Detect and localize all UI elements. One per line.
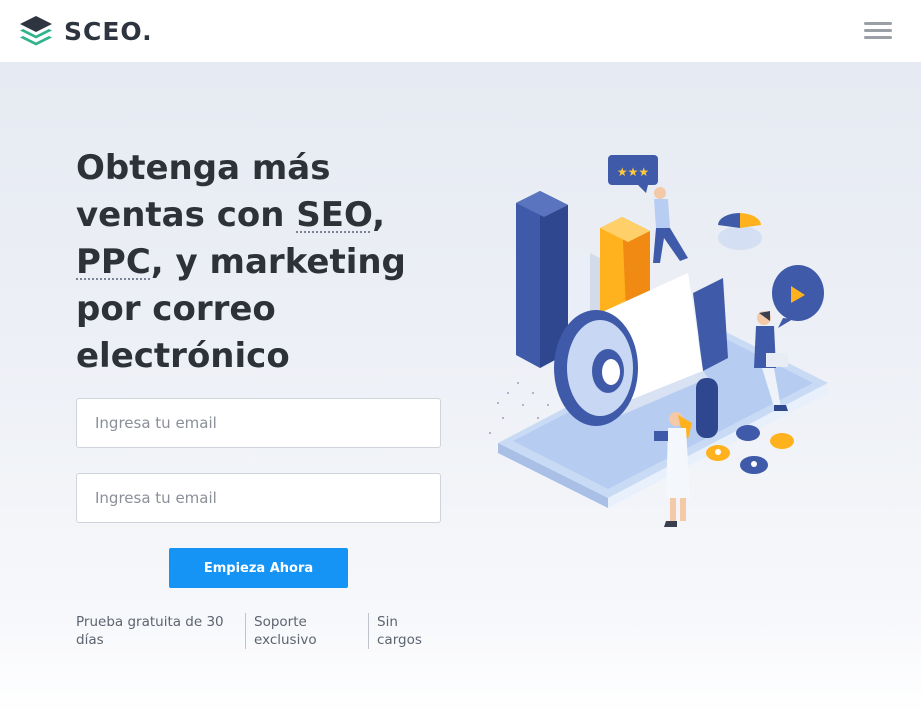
layers-logo-icon xyxy=(20,16,52,46)
hamburger-menu-icon[interactable] xyxy=(864,20,894,42)
svg-text:★★★: ★★★ xyxy=(617,165,649,179)
feature-no-charges: Sin cargos xyxy=(368,613,438,649)
features-list: Prueba gratuita de 30 días Soporte exclu… xyxy=(76,613,456,653)
top-navbar: SCEO. xyxy=(0,0,921,63)
ppc-abbr: PPC xyxy=(76,242,151,282)
person-top xyxy=(653,187,688,263)
brand-name: SCEO. xyxy=(64,16,153,46)
rating-bubble: ★★★ xyxy=(608,155,658,193)
video-bubble-icon xyxy=(772,265,824,328)
email-input[interactable] xyxy=(76,398,441,448)
headline-line-5: electrónico xyxy=(76,336,290,376)
hero-headline: Obtenga más ventas con SEO, PPC, y marke… xyxy=(76,145,456,380)
email-input-secondary[interactable] xyxy=(76,473,441,523)
pie-chart-icon xyxy=(718,213,762,250)
start-now-button[interactable]: Empieza Ahora xyxy=(169,548,348,588)
seo-abbr: SEO xyxy=(296,195,373,235)
headline-line-3: , y marketing xyxy=(150,242,406,282)
feature-free-trial: Prueba gratuita de 30 días xyxy=(76,614,224,648)
headline-comma: , xyxy=(372,195,386,235)
headline-line-1: Obtenga más xyxy=(76,148,331,188)
hero-section: Obtenga más ventas con SEO, PPC, y marke… xyxy=(0,63,921,715)
headline-line-2: ventas con xyxy=(76,195,297,235)
feature-support: Soporte exclusivo xyxy=(245,613,355,649)
marketing-illustration: ★★★ xyxy=(489,155,828,527)
headline-line-4: por correo xyxy=(76,289,276,329)
brand-logo[interactable]: SCEO. xyxy=(18,12,153,50)
